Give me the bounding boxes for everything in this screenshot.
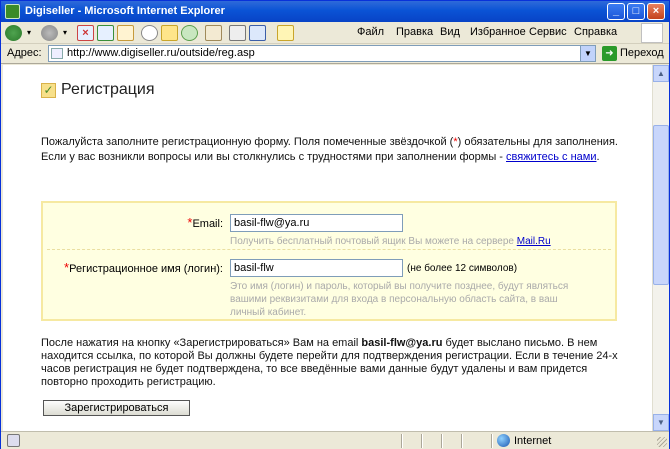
window-title: Digiseller - Microsoft Internet Explorer — [25, 5, 225, 17]
login-label: *Регистрационное имя (логин): — [64, 260, 223, 275]
address-bar: Адрес: http://www.digiseller.ru/outside/… — [1, 44, 669, 64]
go-label: Переход — [620, 47, 664, 59]
intro-text: Пожалуйста заполните регистрационную фор… — [41, 135, 621, 165]
address-label: Адрес: — [7, 47, 42, 59]
intro-end: . — [596, 151, 600, 163]
globe-icon — [497, 434, 510, 447]
notes-icon[interactable] — [277, 25, 294, 41]
status-divider — [421, 434, 423, 448]
app-icon — [5, 4, 20, 19]
address-dropdown-icon[interactable]: ▼ — [580, 46, 595, 61]
email-hint: Получить бесплатный почтовый ящик Вы мож… — [230, 235, 551, 248]
status-divider — [491, 434, 493, 448]
toolbar: ▾ ▾ × Файл Правка Вид Избранное Сервис С… — [1, 22, 669, 44]
favorites-icon[interactable] — [161, 25, 178, 41]
login-hint: Это имя (логин) и пароль, который вы пол… — [230, 281, 569, 318]
menu-edit[interactable]: Правка — [396, 26, 433, 38]
windows-logo-icon — [641, 23, 663, 43]
intro-part1: Пожалуйста заполните регистрационную фор… — [41, 136, 454, 148]
page-content: ✓ Регистрация Пожалуйста заполните регис… — [3, 65, 652, 431]
status-divider — [401, 434, 403, 448]
resize-grip-icon[interactable] — [657, 437, 667, 447]
register-button[interactable]: Зарегистрироваться — [43, 400, 190, 416]
scroll-down-icon[interactable]: ▼ — [653, 414, 669, 431]
print-icon[interactable] — [229, 25, 246, 41]
status-divider — [441, 434, 443, 448]
minimize-button[interactable]: _ — [607, 3, 625, 20]
back-icon[interactable] — [5, 25, 22, 41]
page-icon — [51, 48, 63, 59]
menu-view[interactable]: Вид — [440, 26, 460, 38]
forward-dropdown-icon[interactable]: ▾ — [63, 25, 71, 41]
back-dropdown-icon[interactable]: ▾ — [27, 25, 35, 41]
vertical-scrollbar[interactable]: ▲ ▼ — [652, 65, 669, 431]
go-arrow-icon: ➜ — [602, 46, 617, 61]
browser-window: Digiseller - Microsoft Internet Explorer… — [0, 0, 670, 449]
refresh-icon[interactable] — [97, 25, 114, 41]
status-bar: Internet — [1, 431, 669, 449]
menu-favorites[interactable]: Избранное — [470, 26, 526, 38]
login-label-text: Регистрационное имя (логин): — [69, 263, 223, 275]
scroll-up-icon[interactable]: ▲ — [653, 65, 669, 82]
title-bar[interactable]: Digiseller - Microsoft Internet Explorer… — [1, 1, 669, 22]
maximize-button[interactable]: □ — [627, 3, 645, 20]
forward-icon[interactable] — [41, 25, 58, 41]
scroll-thumb[interactable] — [653, 125, 669, 285]
email-hint-text: Получить бесплатный почтовый ящик Вы мож… — [230, 236, 517, 247]
page-title: Регистрация — [61, 81, 155, 98]
after-email: basil-flw@ya.ru — [361, 337, 443, 349]
menu-tools[interactable]: Сервис — [529, 26, 567, 38]
stop-icon[interactable]: × — [77, 25, 94, 41]
confirmation-text: После нажатия на кнопку «Зарегистрироват… — [41, 337, 626, 389]
login-field[interactable]: basil-flw — [230, 259, 403, 277]
status-divider — [461, 434, 463, 448]
home-icon[interactable] — [117, 25, 134, 41]
zone-label: Internet — [514, 435, 552, 447]
page-status-icon — [7, 434, 20, 447]
menu-help[interactable]: Справка — [574, 26, 617, 38]
history-icon[interactable] — [181, 25, 198, 41]
email-label: *Email: — [187, 215, 223, 230]
checkmark-icon: ✓ — [41, 83, 56, 98]
after-part1: После нажатия на кнопку «Зарегистрироват… — [41, 337, 362, 349]
search-icon[interactable] — [141, 25, 158, 41]
close-button[interactable]: × — [647, 3, 665, 20]
login-length-note: (не более 12 символов) — [407, 263, 518, 274]
mailru-link[interactable]: Mail.Ru — [517, 236, 551, 247]
menu-file[interactable]: Файл — [357, 26, 384, 38]
email-field[interactable]: basil-flw@ya.ru — [230, 214, 403, 232]
email-label-text: Email: — [192, 218, 223, 230]
registration-form: *Email: basil-flw@ya.ru Получить бесплат… — [41, 201, 617, 321]
address-url[interactable]: http://www.digiseller.ru/outside/reg.asp — [67, 47, 255, 59]
mail-icon[interactable] — [205, 25, 222, 41]
address-input[interactable]: http://www.digiseller.ru/outside/reg.asp… — [48, 45, 596, 62]
edit-icon[interactable] — [249, 25, 266, 41]
row-divider — [47, 249, 611, 250]
go-button[interactable]: ➜ Переход — [602, 45, 664, 62]
contact-link[interactable]: свяжитесь с нами — [506, 151, 596, 163]
